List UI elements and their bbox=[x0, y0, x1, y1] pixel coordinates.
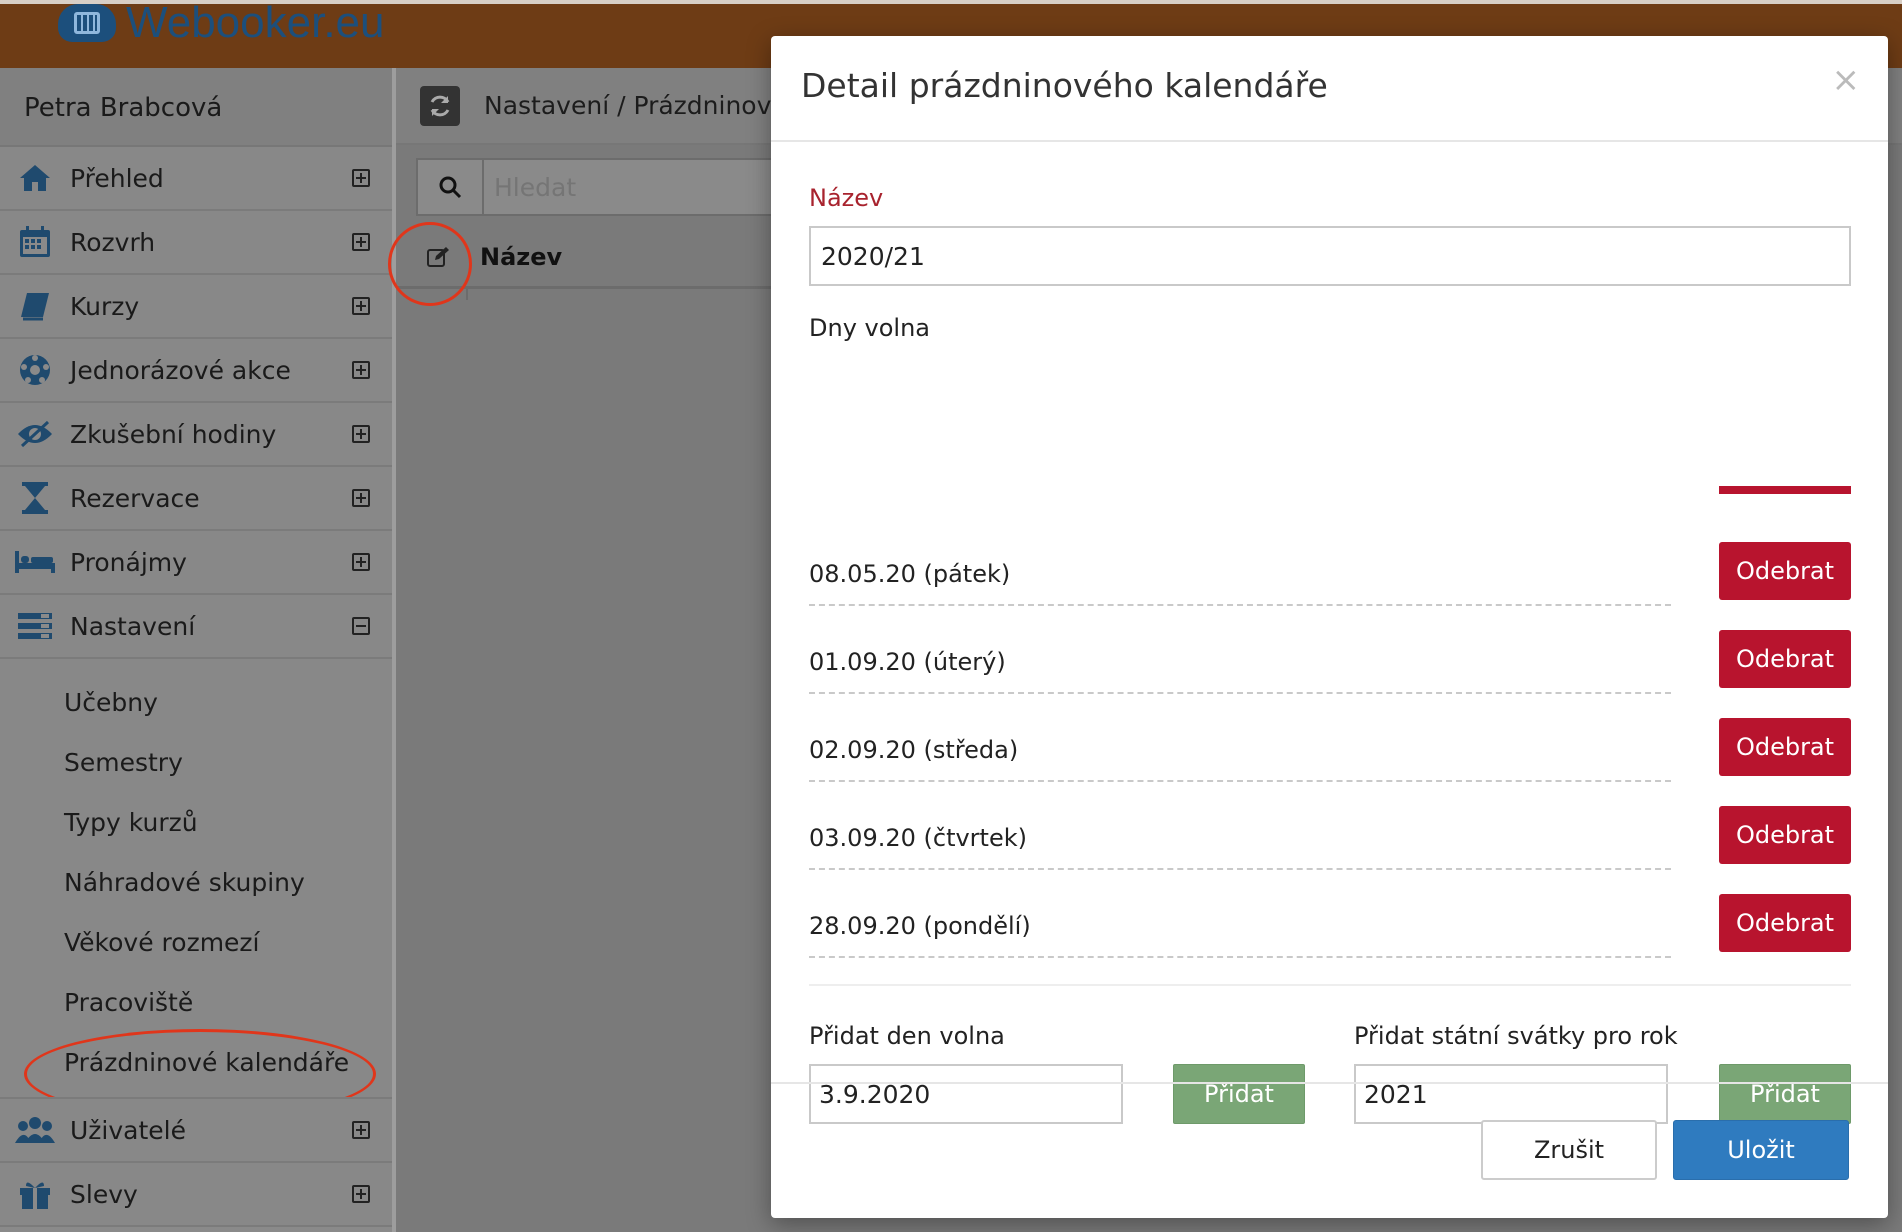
list-item: 02.09.20 (středa) Odebrat bbox=[809, 718, 1851, 790]
users-icon bbox=[0, 1115, 70, 1145]
row-divider bbox=[809, 868, 1671, 870]
holiday-calendar-modal: Detail prázdninového kalendáře × Název D… bbox=[771, 36, 1888, 1218]
sidebar-item-label: Jednorázové akce bbox=[70, 355, 291, 385]
submenu-item-typy-kurzu[interactable]: Typy kurzů bbox=[0, 793, 392, 853]
remove-button[interactable]: Odebrat bbox=[1719, 806, 1851, 864]
modal-title: Detail prázdninového kalendáře bbox=[801, 66, 1328, 105]
day-off-date: 08.05.20 (pátek) bbox=[809, 560, 1011, 588]
brand-logo[interactable]: Webooker.eu bbox=[58, 0, 384, 48]
sidebar: Petra Brabcová Přehled Rozvrh Kurzy Jedn… bbox=[0, 68, 396, 1232]
collapse-icon[interactable] bbox=[352, 617, 370, 635]
sidebar-item-nastaveni[interactable]: Nastavení bbox=[0, 595, 392, 659]
sidebar-item-label: Přehled bbox=[70, 163, 164, 193]
edit-column-header[interactable] bbox=[388, 222, 480, 306]
expand-icon[interactable] bbox=[352, 553, 370, 571]
refresh-icon bbox=[430, 95, 450, 116]
name-input[interactable] bbox=[809, 226, 1851, 286]
days-off-label: Dny volna bbox=[809, 314, 930, 342]
modal-header: Detail prázdninového kalendáře × bbox=[771, 36, 1888, 142]
add-day-label: Přidat den volna bbox=[809, 1022, 1005, 1050]
expand-icon[interactable] bbox=[352, 233, 370, 251]
submenu-item-prazdninove-kalendare[interactable]: Prázdninové kalendáře bbox=[0, 1029, 392, 1119]
table-header-name[interactable]: Název bbox=[480, 243, 562, 271]
settings-list-icon bbox=[0, 611, 70, 641]
gift-icon bbox=[0, 1178, 70, 1210]
day-off-date: 28.09.20 (pondělí) bbox=[809, 912, 1031, 940]
expand-icon[interactable] bbox=[352, 169, 370, 187]
sidebar-item-label: Rozvrh bbox=[70, 227, 156, 257]
sidebar-item-jednorazove-akce[interactable]: Jednorázové akce bbox=[0, 339, 392, 403]
section-divider bbox=[809, 984, 1851, 986]
save-button[interactable]: Uložit bbox=[1673, 1120, 1849, 1180]
home-icon bbox=[0, 163, 70, 193]
expand-icon[interactable] bbox=[352, 1121, 370, 1139]
close-icon[interactable]: × bbox=[1832, 60, 1861, 100]
sidebar-item-pronajmy[interactable]: Pronájmy bbox=[0, 531, 392, 595]
breadcrumb: Nastavení / Prázdninové k bbox=[484, 91, 810, 120]
name-label: Název bbox=[809, 184, 884, 212]
cancel-button[interactable]: Zrušit bbox=[1481, 1120, 1657, 1180]
day-off-date: 02.09.20 (středa) bbox=[809, 736, 1019, 764]
sidebar-item-label: Slevy bbox=[70, 1179, 138, 1209]
row-divider bbox=[809, 956, 1671, 958]
remove-button[interactable]: Odebrat bbox=[1719, 894, 1851, 952]
submenu-item-label: Prázdninové kalendáře bbox=[64, 1048, 350, 1077]
sidebar-item-label: Rezervace bbox=[70, 483, 200, 513]
edit-icon bbox=[427, 247, 449, 267]
sidebar-item-rozvrh[interactable]: Rozvrh bbox=[0, 211, 392, 275]
add-holidays-label: Přidat státní svátky pro rok bbox=[1354, 1022, 1678, 1050]
list-item: 08.05.20 (pátek) Odebrat bbox=[809, 542, 1851, 614]
remove-button[interactable]: Odebrat bbox=[1719, 630, 1851, 688]
sidebar-item-slevy[interactable]: Slevy bbox=[0, 1163, 392, 1227]
brand-name: Webooker.eu bbox=[126, 0, 385, 47]
submenu-item-vekove-rozmezi[interactable]: Věkové rozmezí bbox=[0, 913, 392, 973]
refresh-button[interactable] bbox=[420, 85, 460, 126]
modal-footer: Zrušit Uložit bbox=[771, 1082, 1888, 1220]
user-name: Petra Brabcová bbox=[0, 68, 392, 147]
day-off-date: 01.09.20 (úterý) bbox=[809, 648, 1006, 676]
sidebar-item-uzivatele[interactable]: Uživatelé bbox=[0, 1097, 392, 1163]
sidebar-item-label: Uživatelé bbox=[70, 1115, 186, 1145]
submenu-item-semestry[interactable]: Semestry bbox=[0, 733, 392, 793]
submenu-item-pracoviste[interactable]: Pracoviště bbox=[0, 973, 392, 1033]
row-divider bbox=[809, 604, 1671, 606]
sidebar-item-rezervace[interactable]: Rezervace bbox=[0, 467, 392, 531]
sidebar-item-kurzy[interactable]: Kurzy bbox=[0, 275, 392, 339]
search-button[interactable] bbox=[416, 158, 484, 216]
expand-icon[interactable] bbox=[352, 489, 370, 507]
row-divider bbox=[809, 692, 1671, 694]
sidebar-item-label: Pronájmy bbox=[70, 547, 187, 577]
list-item: 28.09.20 (pondělí) Odebrat bbox=[809, 894, 1851, 966]
sidebar-item-zkusebni-hodiny[interactable]: Zkušební hodiny bbox=[0, 403, 392, 467]
expand-icon[interactable] bbox=[352, 1185, 370, 1203]
calendar-icon bbox=[0, 225, 70, 259]
bed-icon bbox=[0, 549, 70, 575]
remove-button[interactable]: Odebrat bbox=[1719, 542, 1851, 600]
sidebar-item-label: Kurzy bbox=[70, 291, 140, 321]
list-item: 01.09.20 (úterý) Odebrat bbox=[809, 630, 1851, 702]
eye-icon bbox=[0, 420, 70, 448]
submenu-item-ucebny[interactable]: Učebny bbox=[0, 673, 392, 733]
expand-icon[interactable] bbox=[352, 297, 370, 315]
book-icon bbox=[0, 291, 70, 321]
hourglass-icon bbox=[0, 481, 70, 515]
column-divider bbox=[466, 286, 468, 300]
sidebar-item-label: Nastavení bbox=[70, 611, 196, 641]
sidebar-item-prehled[interactable]: Přehled bbox=[0, 147, 392, 211]
remove-button[interactable]: Odebrat bbox=[1719, 718, 1851, 776]
calendar-cloud-icon bbox=[58, 4, 116, 42]
remove-button-partial[interactable] bbox=[1719, 486, 1851, 494]
settings-submenu: Učebny Semestry Typy kurzů Náhradové sku… bbox=[0, 659, 392, 1119]
soccer-ball-icon bbox=[0, 353, 70, 387]
expand-icon[interactable] bbox=[352, 425, 370, 443]
submenu-item-nahradove-skupiny[interactable]: Náhradové skupiny bbox=[0, 853, 392, 913]
day-off-date: 03.09.20 (čtvrtek) bbox=[809, 824, 1027, 852]
search-icon bbox=[439, 176, 462, 199]
expand-icon[interactable] bbox=[352, 361, 370, 379]
sidebar-item-label: Zkušební hodiny bbox=[70, 419, 277, 449]
row-divider bbox=[809, 780, 1671, 782]
list-item: 03.09.20 (čtvrtek) Odebrat bbox=[809, 806, 1851, 878]
